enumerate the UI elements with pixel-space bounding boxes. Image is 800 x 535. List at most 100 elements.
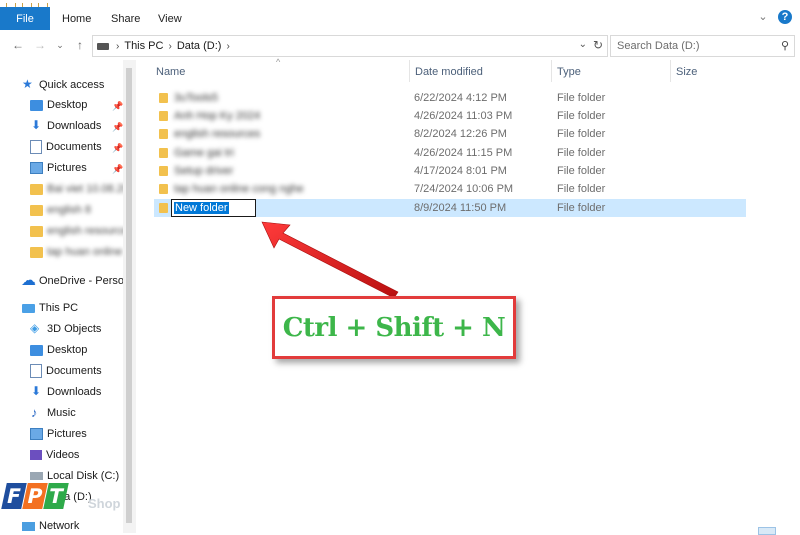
search-input[interactable] <box>615 39 779 53</box>
sidebar-item-quick-access[interactable]: Quick access <box>22 75 104 95</box>
chevron-right-icon[interactable]: › <box>116 41 119 52</box>
drive-icon <box>97 42 109 50</box>
navigation-scrollbar[interactable] <box>123 60 136 533</box>
file-date: 4/26/2024 11:15 PM <box>414 147 513 159</box>
file-type: File folder <box>557 183 606 195</box>
sidebar-item-label: Documents <box>46 365 102 377</box>
computer-icon <box>22 303 35 313</box>
sidebar-item-documents[interactable]: Documents <box>30 137 102 157</box>
pin-icon[interactable]: 📌 <box>112 122 123 133</box>
pin-icon[interactable]: 📌 <box>112 143 123 154</box>
chevron-right-icon[interactable]: › <box>226 41 229 52</box>
table-row[interactable]: tap huan online cong nghe 7/24/2024 10:0… <box>154 180 746 198</box>
search-box[interactable]: ⚲ <box>610 35 795 57</box>
file-date: 6/22/2024 4:12 PM <box>414 92 507 104</box>
sidebar-item-3d-objects[interactable]: 3D Objects <box>30 319 101 339</box>
recent-locations-chevron-icon[interactable]: ⌄ <box>52 37 68 53</box>
file-date: 4/26/2024 11:03 PM <box>414 110 513 122</box>
sidebar-item-blurred-3[interactable]: english resources <box>30 221 133 241</box>
address-dropdown-icon[interactable]: ⌄ <box>579 39 587 50</box>
sidebar-item-label: Downloads <box>47 120 102 132</box>
details-view-icon[interactable] <box>758 527 776 535</box>
pictures-icon <box>30 428 43 440</box>
sidebar-item-pc-desktop[interactable]: Desktop <box>30 340 87 360</box>
table-row[interactable]: Game gai tri 4/26/2024 11:15 PM File fol… <box>154 144 746 162</box>
table-row[interactable]: Anh Hop Ky 2024 4/26/2024 11:03 PM File … <box>154 107 746 125</box>
sidebar-item-blurred-4[interactable]: tap huan online <box>30 242 122 262</box>
sidebar-item-label: english resources <box>47 225 134 237</box>
sidebar-item-label: tap huan online <box>47 246 123 258</box>
help-icon[interactable]: ? <box>778 10 792 24</box>
refresh-icon[interactable]: ↻ <box>593 38 603 52</box>
pin-icon[interactable]: 📌 <box>112 164 123 175</box>
column-divider[interactable] <box>551 60 552 82</box>
shortcut-text: Ctrl + Shift + N <box>282 312 506 343</box>
new-folder-name[interactable]: New folder <box>174 202 229 214</box>
rename-field[interactable]: New folder <box>171 199 256 217</box>
forward-arrow-icon[interactable]: → <box>32 37 48 53</box>
sidebar-item-label: This PC <box>39 302 79 314</box>
breadcrumb-this-pc[interactable]: This PC <box>124 40 163 52</box>
file-type: File folder <box>557 110 606 122</box>
sidebar-item-onedrive[interactable]: OneDrive - Personal <box>21 271 136 291</box>
column-header-name[interactable]: Name <box>156 66 185 78</box>
file-name: Game gai tri <box>174 147 234 159</box>
up-arrow-icon[interactable]: ↑ <box>72 37 88 53</box>
file-name: 3uTools5 <box>174 92 219 104</box>
pictures-icon <box>30 162 43 174</box>
column-divider[interactable] <box>670 60 671 82</box>
search-icon[interactable]: ⚲ <box>781 39 789 52</box>
3d-objects-icon <box>30 321 43 335</box>
sidebar-item-blurred-2[interactable]: english 8 <box>30 200 91 220</box>
download-icon <box>30 118 43 132</box>
address-bar[interactable]: › This PC › Data (D:) › ⌄ ↻ <box>92 35 608 57</box>
drive-icon <box>30 472 43 480</box>
tab-view[interactable]: View <box>158 13 182 25</box>
sidebar-item-label: Local Disk (C:) <box>47 470 120 482</box>
sidebar-item-pictures[interactable]: Pictures <box>30 158 87 178</box>
table-row[interactable]: english resources 8/2/2024 12:26 PM File… <box>154 125 746 143</box>
sort-ascending-icon: ^ <box>276 57 281 67</box>
back-arrow-icon[interactable]: ← <box>10 37 26 53</box>
scrollbar-thumb[interactable] <box>126 68 132 523</box>
fpt-shop-logo: F P T Shop <box>1 483 144 529</box>
tab-share[interactable]: Share <box>111 13 140 25</box>
folder-icon <box>159 166 168 176</box>
quick-access-toolbar[interactable] <box>6 0 126 9</box>
sidebar-item-blurred-1[interactable]: Bai viet 10.08.2024 <box>30 179 136 199</box>
table-row-selected[interactable]: New folder 8/9/2024 11:50 PM File folder <box>154 199 746 217</box>
folder-icon <box>159 203 168 213</box>
folder-icon <box>30 204 43 216</box>
chevron-down-icon[interactable]: ⌄ <box>756 10 770 24</box>
table-row[interactable]: Setup driver 4/17/2024 8:01 PM File fold… <box>154 162 746 180</box>
column-header-date[interactable]: Date modified <box>415 66 483 78</box>
file-name: english resources <box>174 128 261 140</box>
folder-icon <box>159 111 168 121</box>
sidebar-item-label: 3D Objects <box>47 323 102 335</box>
file-name: tap huan online cong nghe <box>174 183 304 195</box>
table-row[interactable]: 3uTools5 6/22/2024 4:12 PM File folder <box>154 89 746 107</box>
sidebar-item-pc-pictures[interactable]: Pictures <box>30 424 87 444</box>
column-divider[interactable] <box>409 60 410 82</box>
file-date: 7/24/2024 10:06 PM <box>414 183 514 195</box>
ribbon: File Home Share View ⌄ ? <box>0 0 800 30</box>
pin-icon[interactable]: 📌 <box>112 101 123 112</box>
tab-home[interactable]: Home <box>62 13 91 25</box>
sidebar-item-pc-documents[interactable]: Documents <box>30 361 102 381</box>
tab-file[interactable]: File <box>0 7 50 30</box>
address-row: ← → ⌄ ↑ › This PC › Data (D:) › ⌄ ↻ ⚲ <box>0 34 800 58</box>
breadcrumb-data-d[interactable]: Data (D:) <box>177 40 222 52</box>
sidebar-item-downloads[interactable]: Downloads <box>30 116 101 136</box>
column-header-type[interactable]: Type <box>557 66 581 78</box>
video-icon <box>30 450 42 460</box>
column-header-size[interactable]: Size <box>676 66 697 78</box>
sidebar-item-videos[interactable]: Videos <box>30 445 79 465</box>
sidebar-item-pc-downloads[interactable]: Downloads <box>30 382 101 402</box>
chevron-right-icon[interactable]: › <box>168 41 171 52</box>
sidebar-item-this-pc[interactable]: This PC <box>22 298 78 318</box>
sidebar-item-music[interactable]: Music <box>30 403 76 423</box>
sidebar-item-label: Desktop <box>47 344 88 356</box>
sidebar-item-label: Pictures <box>47 162 87 174</box>
file-name: Setup driver <box>174 165 234 177</box>
shortcut-callout: Ctrl + Shift + N <box>272 296 516 359</box>
